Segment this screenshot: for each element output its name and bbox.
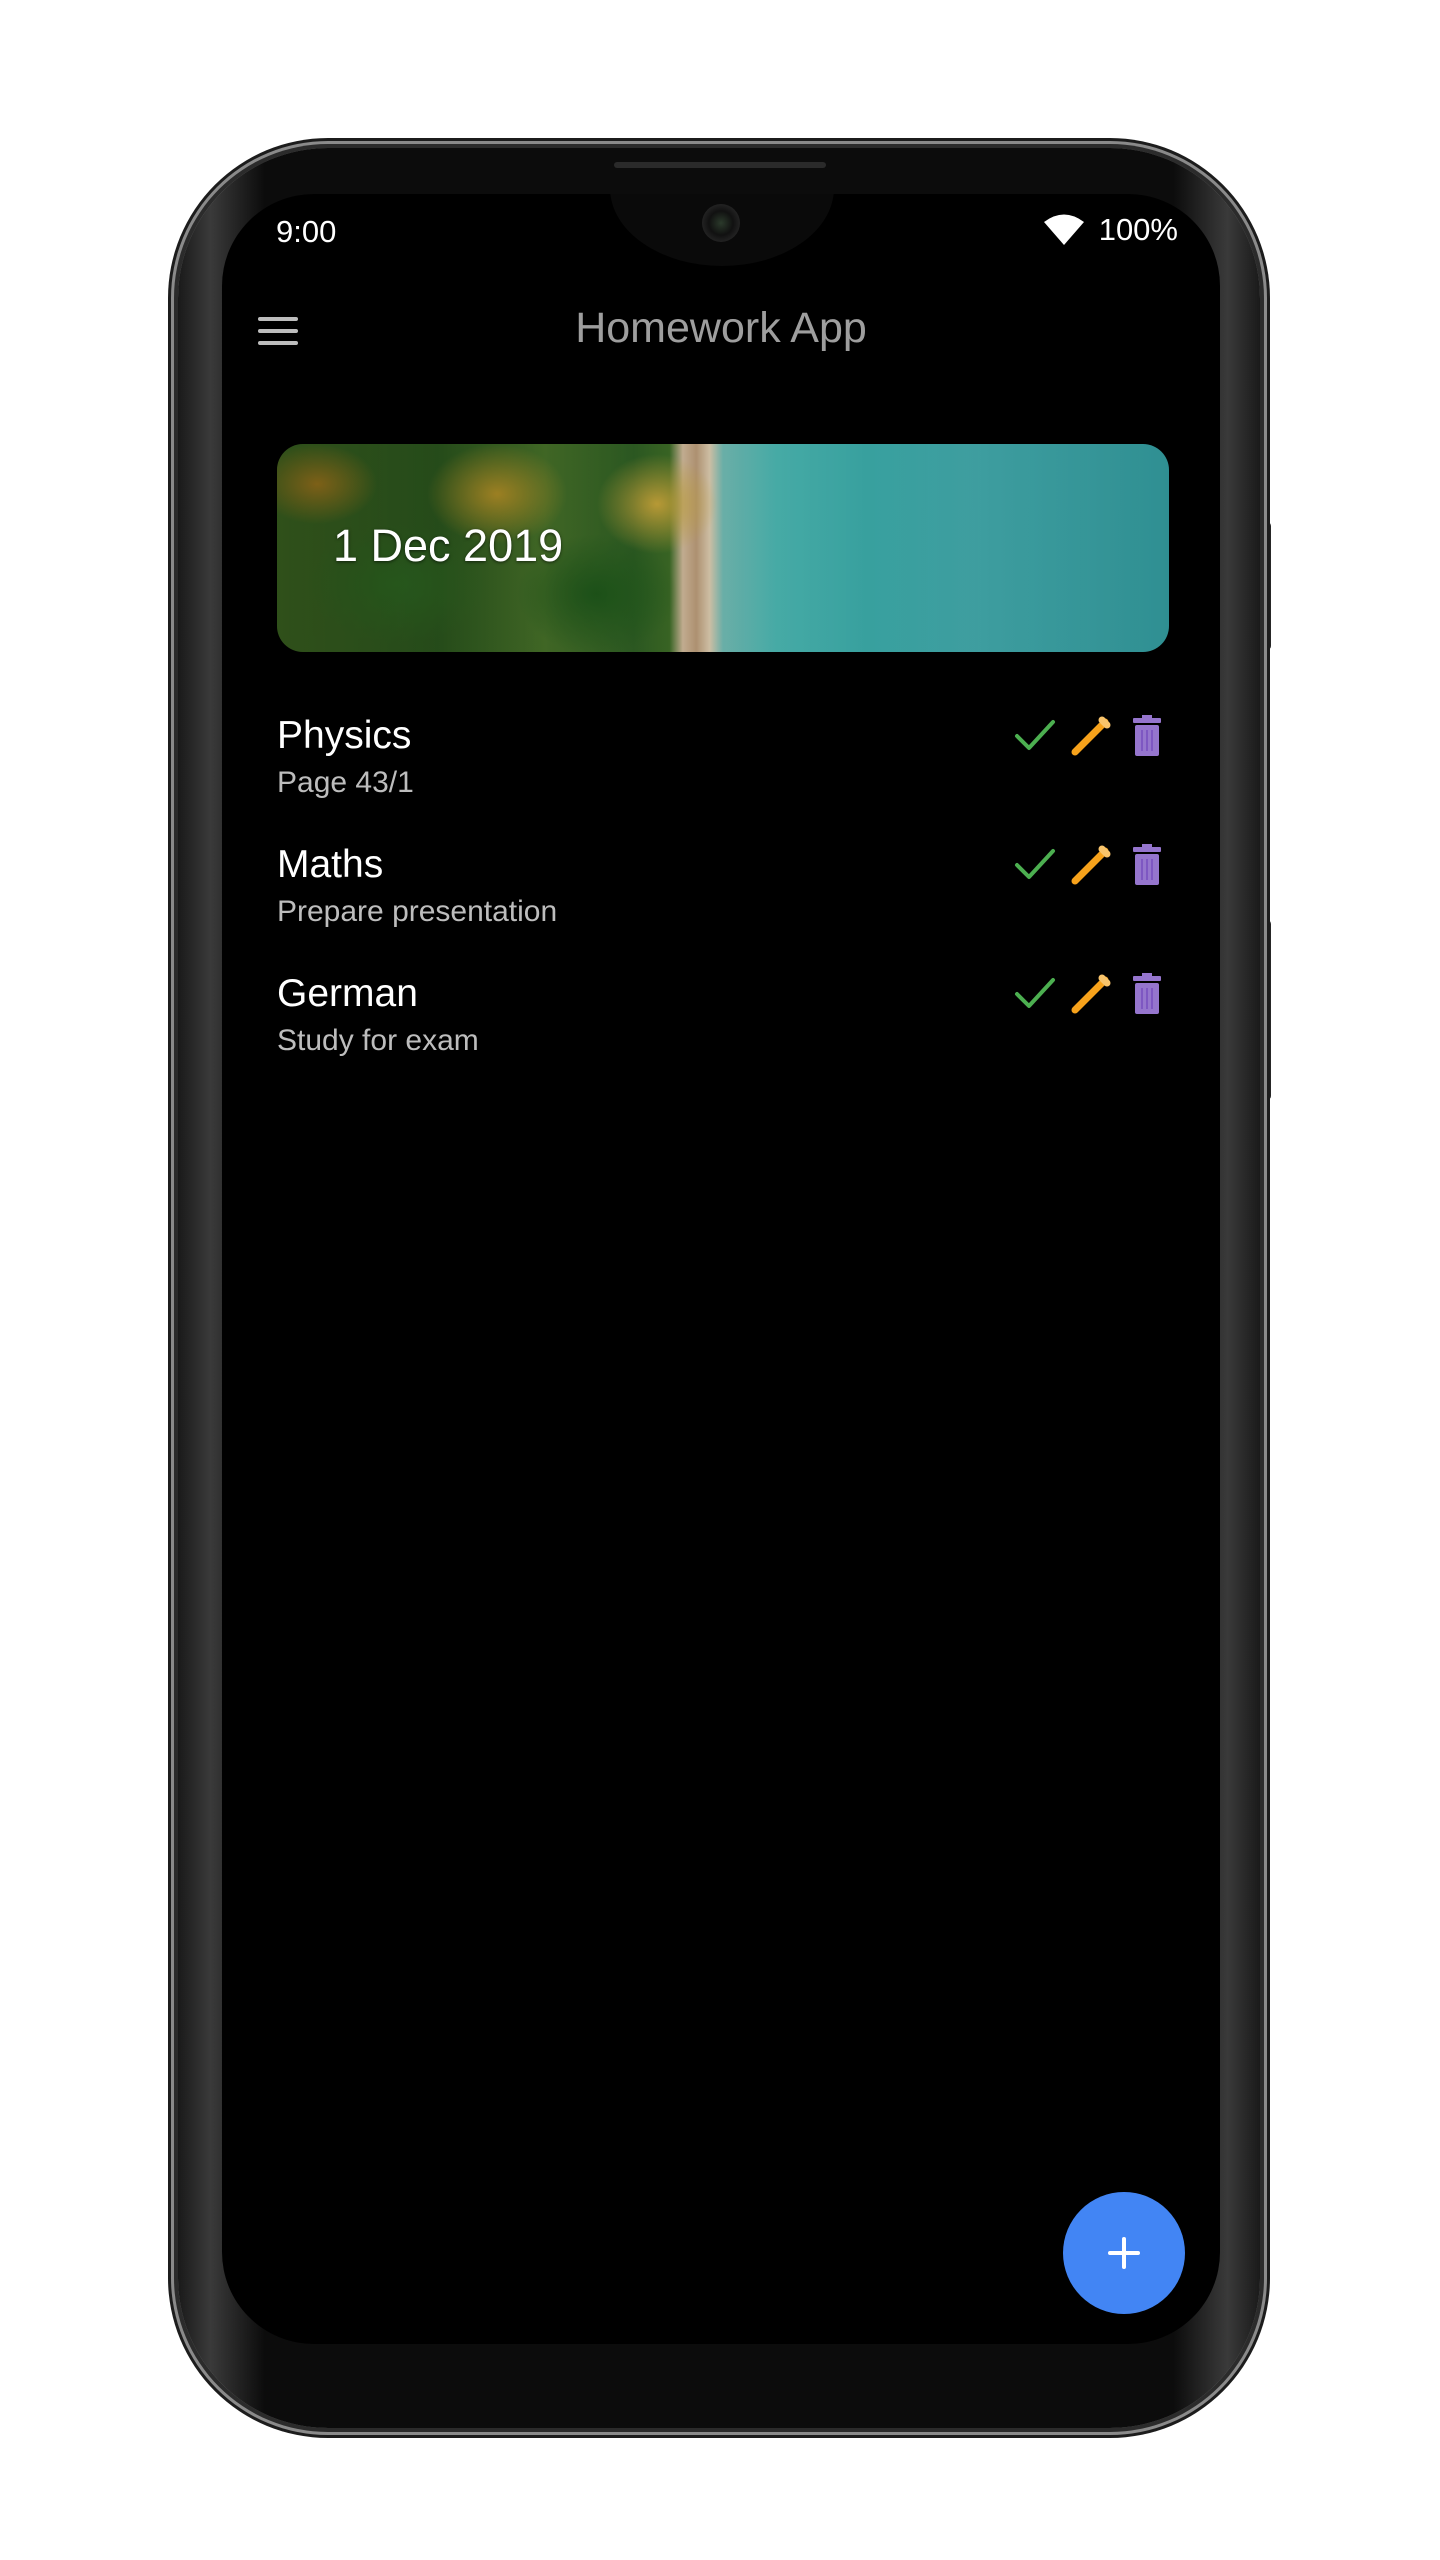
homework-item[interactable]: Physics Page 43/1 (277, 714, 1169, 843)
homework-task: Page 43/1 (277, 766, 414, 799)
banner-date: 1 Dec 2019 (333, 520, 564, 571)
homework-task: Prepare presentation (277, 895, 558, 928)
homework-subject: German (277, 972, 418, 1015)
front-camera (702, 204, 740, 242)
trash-icon[interactable] (1125, 843, 1169, 887)
check-icon[interactable] (1013, 972, 1057, 1016)
pencil-icon[interactable] (1069, 843, 1113, 887)
app-title: Homework App (575, 304, 867, 352)
plus-icon (1108, 2237, 1140, 2269)
homework-item[interactable]: Maths Prepare presentation (277, 843, 1169, 972)
add-homework-button[interactable] (1063, 2192, 1185, 2314)
homework-list: Physics Page 43/1 Maths Prepare presenta… (277, 714, 1169, 1101)
homework-actions (1013, 714, 1169, 758)
battery-percentage: 100% (1098, 212, 1178, 247)
homework-subject: Physics (277, 714, 412, 757)
homework-subject: Maths (277, 843, 384, 886)
status-time: 9:00 (276, 214, 337, 249)
check-icon[interactable] (1013, 714, 1057, 758)
check-icon[interactable] (1013, 843, 1057, 887)
homework-actions (1013, 843, 1169, 887)
app-screen: 9:00 100% Homework App 1 Dec 2019 Physic… (222, 194, 1220, 2344)
homework-item[interactable]: German Study for exam (277, 972, 1169, 1101)
wifi-icon (1043, 214, 1084, 245)
homework-task: Study for exam (277, 1024, 479, 1057)
homework-actions (1013, 972, 1169, 1016)
date-banner: 1 Dec 2019 (277, 444, 1169, 652)
status-indicators: 100% (1043, 212, 1178, 248)
pencil-icon[interactable] (1069, 714, 1113, 758)
earpiece-speaker (614, 162, 826, 168)
trash-icon[interactable] (1125, 972, 1169, 1016)
trash-icon[interactable] (1125, 714, 1169, 758)
pencil-icon[interactable] (1069, 972, 1113, 1016)
